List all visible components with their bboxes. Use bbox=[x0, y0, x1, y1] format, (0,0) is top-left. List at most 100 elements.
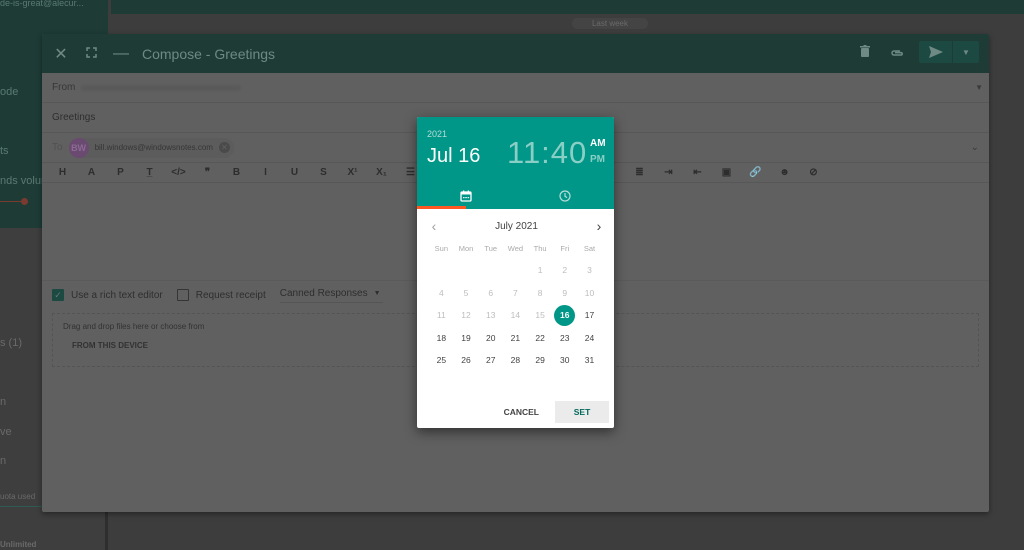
canned-responses-dropdown[interactable]: Canned Responses ▼ bbox=[279, 288, 383, 303]
calendar-day[interactable]: 29 bbox=[528, 349, 553, 372]
set-button[interactable]: SET bbox=[555, 401, 609, 423]
compose-header: ✕ — Compose - Greetings ▼ bbox=[42, 34, 989, 73]
trash-icon[interactable] bbox=[849, 44, 881, 60]
close-icon[interactable]: ✕ bbox=[46, 44, 76, 64]
image-icon[interactable]: ▣ bbox=[712, 167, 741, 178]
send-icon bbox=[928, 46, 943, 58]
empty-day-cell bbox=[503, 259, 528, 282]
calendar-day[interactable]: 22 bbox=[528, 327, 553, 350]
day-number: 11 bbox=[436, 310, 446, 320]
request-receipt-checkbox[interactable] bbox=[176, 289, 189, 301]
weekday-header: Mon bbox=[458, 244, 474, 253]
subscript-icon[interactable]: X₁ bbox=[367, 167, 396, 178]
sidebar-item[interactable]: s (1) bbox=[0, 337, 22, 349]
sidebar-item[interactable]: ts bbox=[0, 145, 9, 157]
from-field[interactable]: From ▼ bbox=[42, 73, 989, 103]
calendar-day[interactable]: 25 bbox=[429, 349, 454, 372]
superscript-icon[interactable]: X¹ bbox=[338, 167, 367, 178]
quota-label: uota used bbox=[0, 492, 36, 501]
attachment-icon[interactable] bbox=[881, 44, 913, 60]
remove-recipient-icon[interactable]: ✕ bbox=[218, 142, 230, 153]
background-topbar bbox=[111, 0, 1024, 14]
weekday-header: Thu bbox=[533, 244, 547, 253]
underline-icon[interactable]: U bbox=[280, 167, 309, 178]
calendar-day[interactable]: 18 bbox=[429, 327, 454, 350]
volume-slider-handle[interactable] bbox=[21, 198, 28, 205]
paragraph-icon[interactable]: P bbox=[106, 167, 135, 178]
calendar-day[interactable]: 24 bbox=[577, 327, 602, 350]
weekday-header: Tue bbox=[484, 244, 498, 253]
subject-input-value[interactable]: Greetings bbox=[52, 112, 95, 123]
calendar-day[interactable]: 31 bbox=[577, 349, 602, 372]
day-number: 22 bbox=[535, 332, 545, 343]
weekday-header: Sun bbox=[434, 244, 449, 253]
picker-year[interactable]: 2021 bbox=[427, 129, 447, 139]
strikethrough-icon[interactable]: S bbox=[309, 167, 338, 178]
pm-toggle[interactable]: PM bbox=[590, 154, 605, 165]
from-dropdown-caret-icon[interactable]: ▼ bbox=[975, 83, 983, 92]
recipient-chip[interactable]: BW bill.windows@windowsnotes.com ✕ bbox=[68, 137, 234, 158]
quote-icon[interactable]: ❞ bbox=[193, 167, 222, 178]
calendar-day: 3 bbox=[577, 259, 602, 282]
calendar-day: 12 bbox=[454, 304, 479, 327]
tab-time[interactable] bbox=[516, 183, 615, 209]
calendar-day[interactable]: 30 bbox=[552, 349, 577, 372]
sidebar-item[interactable]: ve bbox=[0, 426, 12, 438]
calendar-day[interactable]: 28 bbox=[503, 349, 528, 372]
cancel-button[interactable]: CANCEL bbox=[488, 401, 555, 423]
code-icon[interactable]: </> bbox=[164, 167, 193, 178]
indent-icon[interactable]: ⇥ bbox=[654, 167, 683, 178]
day-number: 9 bbox=[562, 287, 568, 298]
request-receipt-label[interactable]: Request receipt bbox=[196, 290, 266, 301]
sidebar-item[interactable]: n bbox=[0, 455, 6, 467]
outdent-icon[interactable]: ⇤ bbox=[683, 167, 712, 178]
calendar-month-label: July 2021 bbox=[495, 220, 538, 232]
date-time-picker-dialog: 2021 Jul 16 11:40 AM PM ‹ July 2021 › Su… bbox=[417, 117, 614, 428]
calendar-day-selected[interactable]: 16 bbox=[552, 304, 577, 327]
next-month-icon[interactable]: › bbox=[592, 218, 606, 234]
picker-header: 2021 Jul 16 11:40 AM PM bbox=[417, 117, 614, 209]
minimize-icon[interactable]: — bbox=[106, 45, 136, 63]
active-tab-indicator bbox=[417, 206, 466, 209]
day-number: 1 bbox=[537, 265, 543, 275]
picker-selected-date[interactable]: Jul 16 bbox=[427, 145, 480, 168]
numbered-list-icon[interactable]: ≣ bbox=[625, 167, 654, 178]
calendar-day[interactable]: 26 bbox=[454, 349, 479, 372]
day-number: 4 bbox=[438, 287, 444, 298]
calendar-day[interactable]: 20 bbox=[478, 327, 503, 350]
send-options-dropdown[interactable]: ▼ bbox=[953, 41, 979, 63]
emoji-icon[interactable]: ☻ bbox=[770, 167, 799, 178]
italic-icon[interactable]: I bbox=[251, 167, 280, 178]
weekday-header: Sat bbox=[583, 244, 596, 253]
clear-format-icon[interactable]: T̲ bbox=[135, 167, 164, 178]
rich-text-checkbox[interactable]: ✓ bbox=[52, 289, 64, 301]
day-number: 30 bbox=[560, 355, 570, 365]
font-icon[interactable]: A bbox=[77, 167, 106, 178]
calendar-day[interactable]: 23 bbox=[552, 327, 577, 350]
sidebar-item[interactable]: ode bbox=[0, 86, 18, 98]
sidebar-item[interactable]: n bbox=[0, 396, 6, 408]
am-toggle[interactable]: AM bbox=[590, 138, 606, 149]
day-number: 26 bbox=[461, 355, 471, 365]
rich-text-label[interactable]: Use a rich text editor bbox=[71, 290, 163, 301]
bold-icon[interactable]: B bbox=[222, 167, 251, 178]
day-number: 20 bbox=[485, 332, 496, 343]
previous-month-icon[interactable]: ‹ bbox=[427, 218, 441, 234]
day-number: 3 bbox=[587, 265, 592, 275]
link-icon[interactable]: 🔗 bbox=[741, 167, 770, 178]
date-group-label: Last week bbox=[572, 18, 648, 29]
fullscreen-icon[interactable] bbox=[76, 45, 106, 63]
heading-icon[interactable]: H bbox=[48, 167, 77, 178]
calendar-day[interactable]: 21 bbox=[503, 327, 528, 350]
picker-selected-time[interactable]: 11:40 bbox=[507, 135, 587, 171]
expand-recipients-chevron-icon[interactable]: ⌄ bbox=[971, 142, 979, 153]
send-button-group: ▼ bbox=[919, 41, 979, 63]
calendar-day[interactable]: 27 bbox=[478, 349, 503, 372]
quota-bar bbox=[0, 506, 42, 507]
calendar-day[interactable]: 19 bbox=[454, 327, 479, 350]
no-format-icon[interactable]: ⊘ bbox=[799, 167, 828, 178]
send-button[interactable] bbox=[919, 41, 953, 63]
day-number: 21 bbox=[510, 332, 521, 343]
calendar-day[interactable]: 17 bbox=[577, 304, 602, 327]
sidebar-account-email: de-is-great@alecur... bbox=[0, 0, 84, 8]
